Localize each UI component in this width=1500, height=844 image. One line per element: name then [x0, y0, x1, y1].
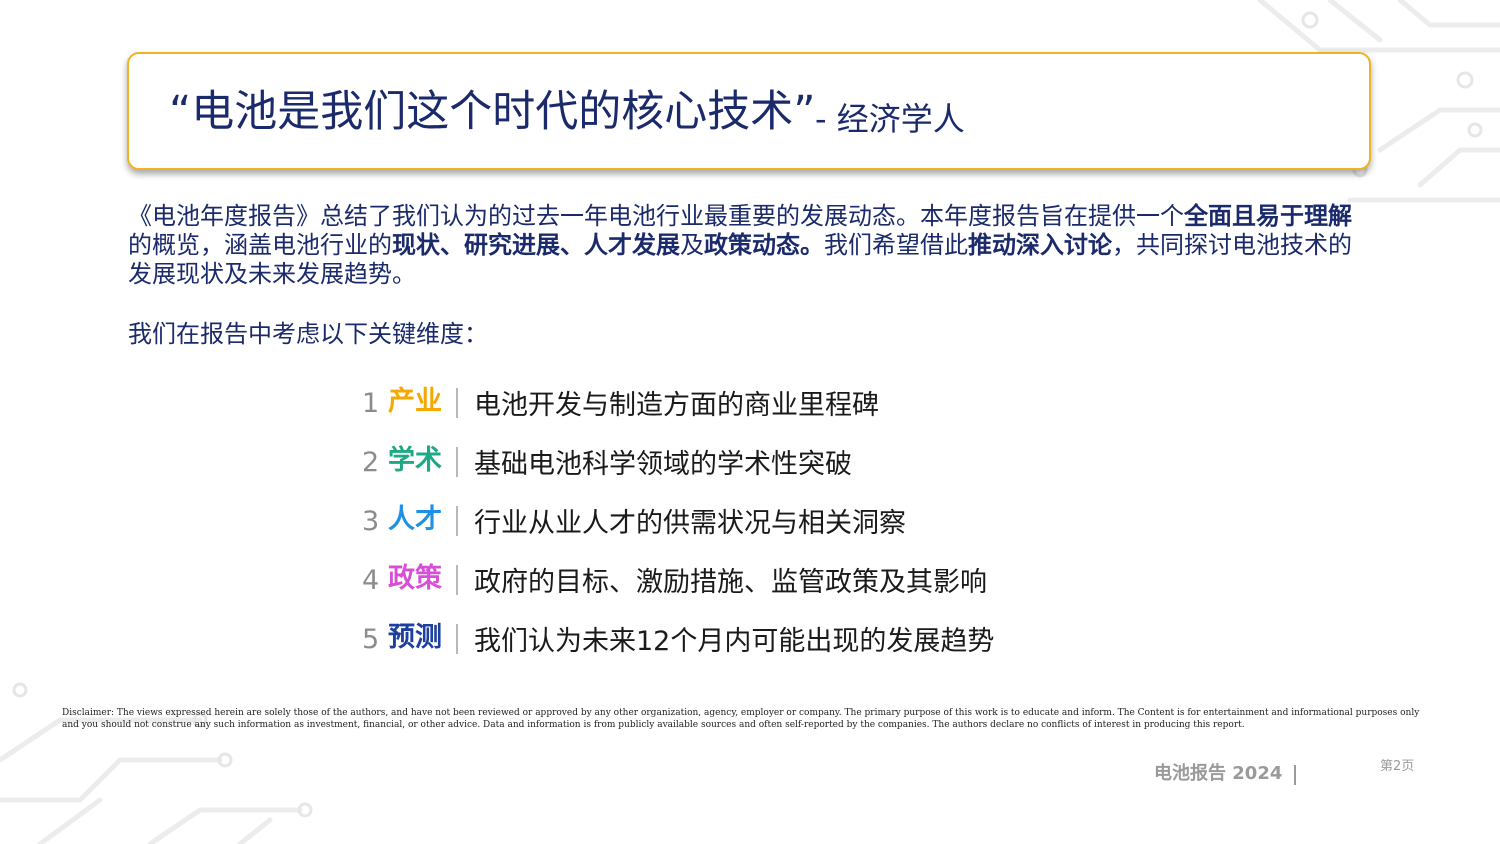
dimension-number: 2 [362, 447, 380, 478]
intro-paragraph: 《电池年度报告》总结了我们认为的过去一年电池行业最重要的发展动态。本年度报告旨在… [128, 202, 1363, 289]
dimension-tag: 学术 [388, 445, 442, 476]
intro-emphasis: 全面且易于理解 [1184, 202, 1352, 230]
intro-emphasis: 政策动态。 [704, 231, 824, 259]
intro-text: 我们希望借此 [824, 231, 968, 259]
dimension-number: 4 [362, 565, 380, 596]
dimension-tag: 人才 [388, 504, 442, 535]
dimension-description: 我们认为未来12个月内可能出现的发展趋势 [474, 626, 995, 657]
intro-text: 《电池年度报告》总结了我们认为的过去一年电池行业最重要的发展动态。本年度报告旨在… [128, 202, 1184, 230]
quote-source: - 经济学人 [815, 100, 965, 138]
dimension-divider [456, 565, 458, 595]
quote-box: “电池是我们这个时代的核心技术” - 经济学人 [127, 52, 1371, 170]
intro-emphasis: 现状、研究进展、人才发展 [392, 231, 680, 259]
dimension-number: 1 [362, 388, 380, 419]
page-number: 第2页 [1380, 759, 1415, 774]
intro-emphasis: 推动深入讨论 [968, 231, 1112, 259]
intro-text: 的概览，涵盖电池行业的 [128, 231, 392, 259]
dimension-description: 政府的目标、激励措施、监管政策及其影响 [474, 567, 987, 598]
dimension-tag: 预测 [388, 622, 442, 653]
footer-divider [1294, 765, 1296, 785]
dimension-divider [456, 506, 458, 536]
quote-text: “电池是我们这个时代的核心技术” [169, 87, 816, 137]
dimension-divider [456, 447, 458, 477]
dimension-number: 5 [362, 624, 380, 655]
footer-title: 电池报告 2024 [1154, 763, 1283, 784]
dimension-divider [456, 388, 458, 418]
dimension-number: 3 [362, 506, 380, 537]
dimensions-intro: 我们在报告中考虑以下关键维度： [128, 320, 488, 348]
dimension-description: 基础电池科学领域的学术性突破 [474, 449, 852, 480]
dimension-divider [456, 624, 458, 654]
disclaimer: Disclaimer: The views expressed herein a… [62, 708, 1420, 730]
intro-text: 及 [680, 231, 704, 259]
dimension-description: 电池开发与制造方面的商业里程碑 [474, 390, 879, 421]
dimension-tag: 政策 [388, 563, 442, 594]
dimension-description: 行业从业人才的供需状况与相关洞察 [474, 508, 906, 539]
dimension-tag: 产业 [388, 386, 442, 417]
